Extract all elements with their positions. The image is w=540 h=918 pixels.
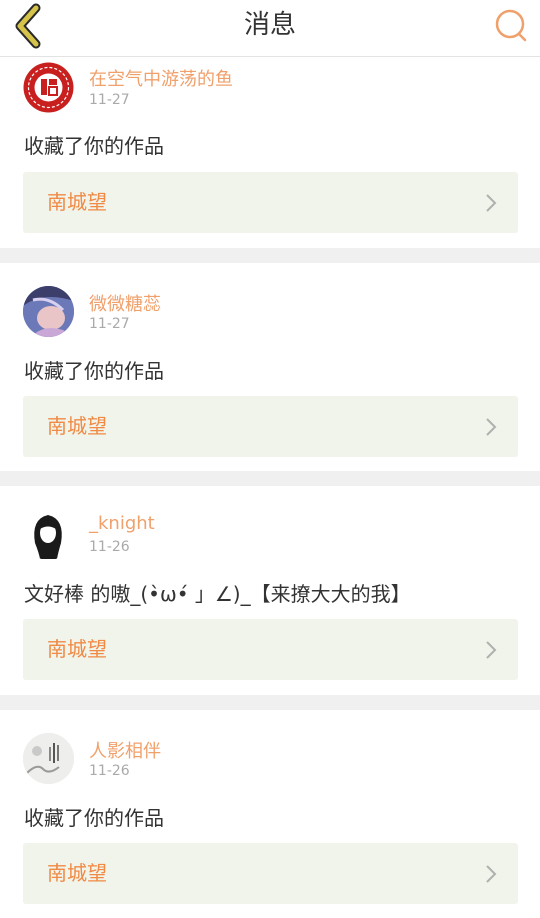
search-icon	[495, 9, 527, 42]
anime-avatar-icon	[23, 286, 74, 337]
avatar[interactable]	[23, 286, 74, 337]
message-card: 人影相伴 11-26 收藏了你的作品 南城望	[0, 710, 540, 918]
search-button[interactable]	[486, 2, 534, 50]
message-text: 文好棒 的嗷_(•̀ω•́ 」∠)_【来撩大大的我】	[24, 582, 411, 606]
username[interactable]: 微微糖蕊	[89, 290, 161, 316]
work-link[interactable]: 南城望	[23, 619, 518, 680]
work-title: 南城望	[47, 414, 107, 438]
username[interactable]: 人影相伴	[89, 737, 161, 763]
top-bar: 消息	[0, 0, 540, 57]
avatar[interactable]	[23, 62, 74, 113]
avatar[interactable]	[23, 733, 74, 784]
page-title: 消息	[243, 10, 296, 40]
girl-sketch-avatar-icon	[23, 509, 74, 560]
work-title: 南城望	[47, 861, 107, 885]
message-card: _knight 11-26 文好棒 的嗷_(•̀ω•́ 」∠)_【来撩大大的我】…	[0, 486, 540, 695]
username[interactable]: _knight	[89, 513, 155, 534]
work-link[interactable]: 南城望	[23, 843, 518, 904]
message-date: 11-27	[89, 92, 130, 108]
chevron-right-icon	[486, 641, 497, 659]
work-title: 南城望	[47, 637, 107, 661]
message-date: 11-26	[89, 539, 130, 555]
fu-character-avatar-icon	[23, 62, 74, 113]
chevron-right-icon	[486, 418, 497, 436]
message-date: 11-27	[89, 316, 130, 332]
message-text: 收藏了你的作品	[24, 359, 164, 383]
message-date: 11-26	[89, 763, 130, 779]
message-text: 收藏了你的作品	[24, 134, 164, 158]
avatar[interactable]	[23, 509, 74, 560]
work-link[interactable]: 南城望	[23, 396, 518, 457]
message-card: 在空气中游荡的鱼 11-27 收藏了你的作品 南城望	[0, 50, 540, 248]
message-text: 收藏了你的作品	[24, 806, 164, 830]
work-link[interactable]: 南城望	[23, 172, 518, 233]
username[interactable]: 在空气中游荡的鱼	[89, 65, 233, 91]
chevron-right-icon	[486, 865, 497, 883]
chevron-right-icon	[486, 194, 497, 212]
message-card: 微微糖蕊 11-27 收藏了你的作品 南城望	[0, 263, 540, 471]
work-title: 南城望	[47, 190, 107, 214]
ink-painting-avatar-icon	[23, 733, 74, 784]
